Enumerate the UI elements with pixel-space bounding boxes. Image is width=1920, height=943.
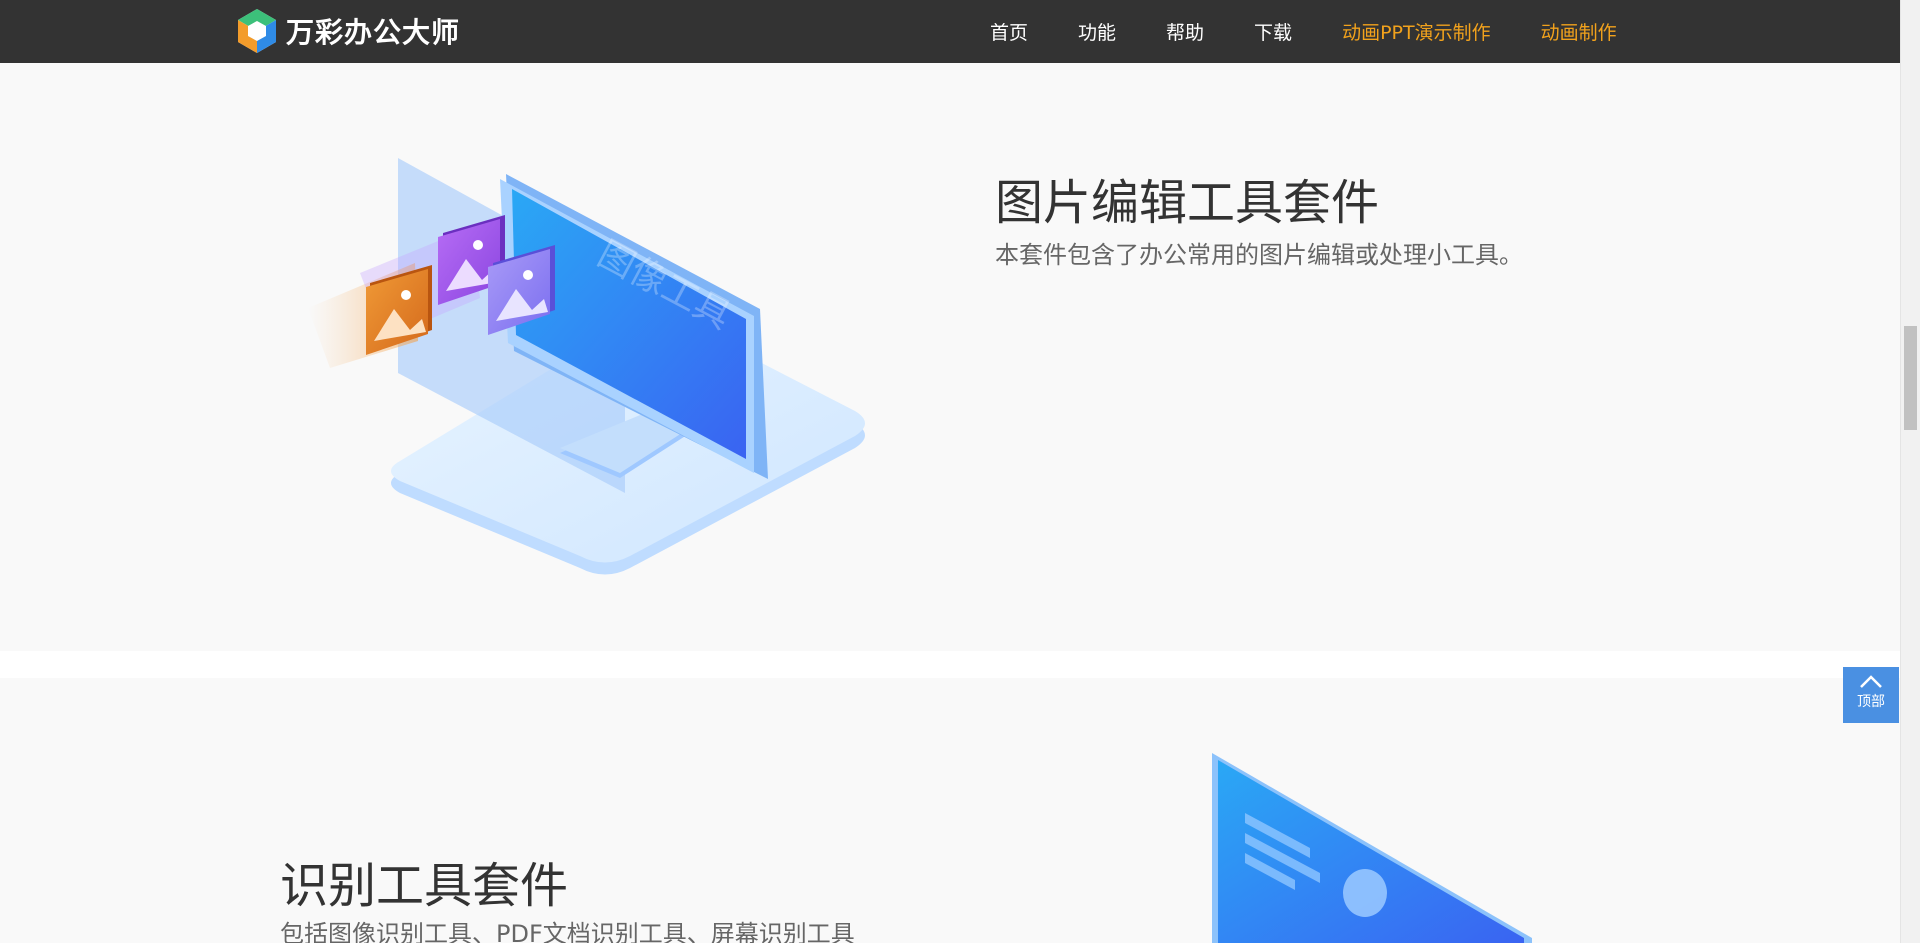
monitor-with-photos-illustration: 图像工具 [308, 158, 865, 575]
section-description: 本套件包含了办公常用的图片编辑或处理小工具。 [995, 241, 1523, 269]
nav-download[interactable]: 下载 [1254, 18, 1292, 45]
main-nav: 首页 功能 帮助 下载 动画PPT演示制作 动画制作 [990, 0, 1667, 63]
page: 万彩办公大师 首页 功能 帮助 下载 动画PPT演示制作 动画制作 图像工具 图… [0, 0, 1920, 943]
nav-animation-maker[interactable]: 动画制作 [1541, 18, 1617, 45]
top-navbar: 万彩办公大师 首页 功能 帮助 下载 动画PPT演示制作 动画制作 [0, 0, 1900, 63]
scrollbar-thumb[interactable] [1904, 326, 1917, 430]
section-title: 图片编辑工具套件 [995, 175, 1380, 231]
vertical-scrollbar[interactable] [1900, 0, 1920, 943]
back-to-top-label: 顶部 [1857, 694, 1885, 710]
section-description: 包括图像识别工具、PDF文档识别工具、屏幕识别工具 [280, 920, 855, 943]
nav-home[interactable]: 首页 [990, 18, 1028, 45]
recognition-tools-section: 识别工具套件 包括图像识别工具、PDF文档识别工具、屏幕识别工具 [0, 678, 1900, 943]
brand-cube-icon [238, 9, 276, 53]
nav-animation-ppt[interactable]: 动画PPT演示制作 [1342, 18, 1491, 45]
nav-help[interactable]: 帮助 [1166, 18, 1204, 45]
section-title: 识别工具套件 [280, 858, 569, 914]
image-tools-section: 图像工具 图片编辑工具套件 本套件包含了办公常用的图片编辑或处理小工具。 [0, 63, 1900, 651]
brand-name: 万彩办公大师 [286, 16, 461, 49]
brand-logo[interactable]: 万彩办公大师 [236, 8, 460, 54]
back-to-top-button[interactable]: 顶部 [1843, 667, 1899, 723]
document-screen-illustration [1212, 753, 1532, 943]
nav-features[interactable]: 功能 [1078, 18, 1116, 45]
chevron-up-icon [1860, 675, 1882, 688]
